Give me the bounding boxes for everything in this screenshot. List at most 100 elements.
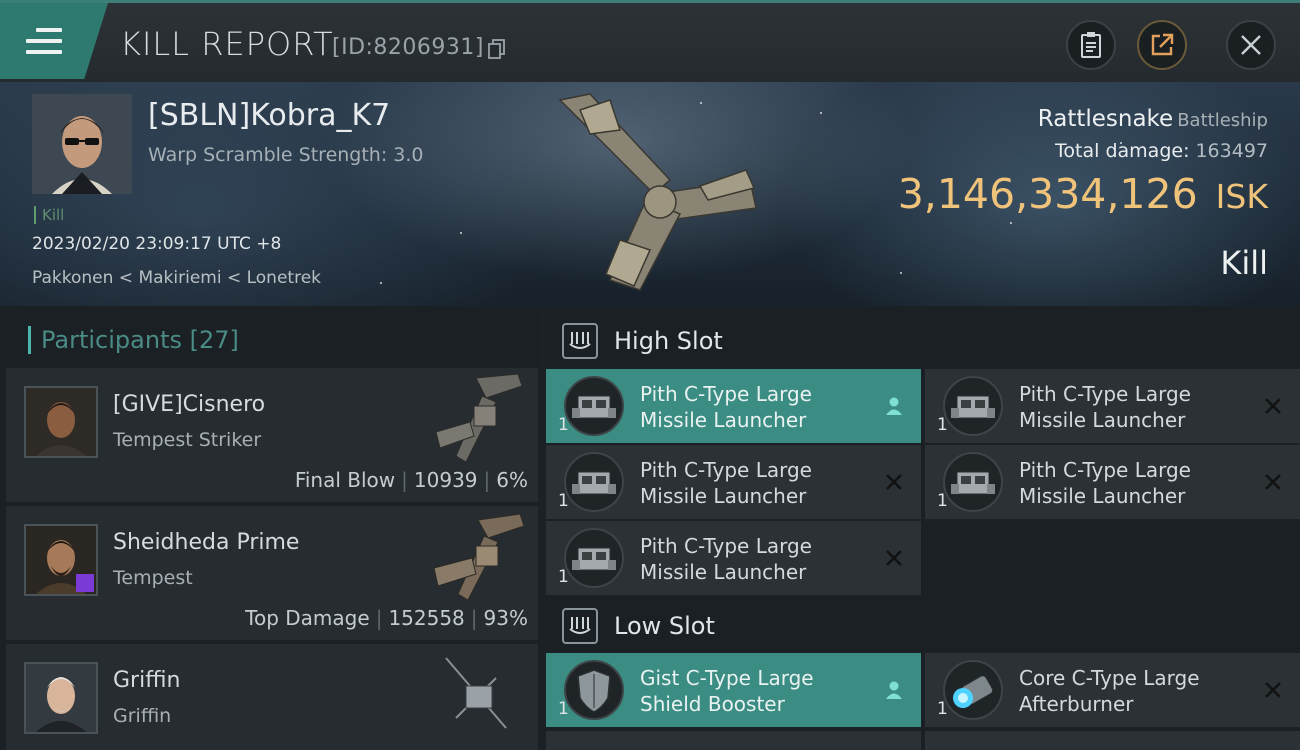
module-name: Pith C-Type Large Missile Launcher: [1019, 458, 1191, 508]
participant-damage: 10939: [413, 468, 478, 492]
close-icon: [1241, 35, 1261, 55]
participants-count: [27]: [189, 326, 239, 354]
missile-launcher-icon: [943, 376, 1003, 436]
share-button[interactable]: [1137, 20, 1187, 70]
module-quantity: 1: [558, 567, 569, 587]
dropped-person-icon: [879, 675, 909, 705]
participant-row[interactable]: Griffin Griffin: [6, 644, 538, 750]
fitting-panel: High Slot 1 Pith C-Type Large Missile Lau…: [546, 306, 1300, 750]
participant-role: Top Damage: [245, 606, 370, 630]
total-damage-label: Total damage:: [1055, 140, 1190, 162]
participants-label: Participants: [41, 326, 182, 354]
total-damage: Total damage: 163497: [1055, 140, 1268, 162]
module-name: Pith C-Type Large Missile Launcher: [1019, 382, 1191, 432]
module-name: Pith C-Type Large Missile Launcher: [640, 382, 812, 432]
participant-name: Sheidheda Prime: [113, 530, 300, 555]
module-item[interactable]: 1 Pith C-Type Large Missile Launcher: [546, 369, 921, 443]
share-icon: [1151, 33, 1174, 56]
module-item[interactable]: 1 Pith C-Type Large Missile Launcher: [925, 445, 1300, 519]
copy-icon[interactable]: [488, 39, 506, 59]
clipboard-button[interactable]: [1066, 20, 1116, 70]
participant-name: Griffin: [113, 668, 181, 693]
total-damage-value: 163497: [1195, 140, 1268, 162]
missile-launcher-icon: [564, 528, 624, 588]
victim-banner: [SBLN]Kobra_K7 Warp Scramble Strength: 3…: [0, 82, 1300, 306]
participant-ship: Tempest: [113, 567, 193, 589]
isk-loss: 3,146,334,126 ISK: [898, 170, 1268, 218]
avatar: [24, 524, 98, 596]
participant-ship-image: [445, 657, 507, 729]
low-slot-icon: [562, 608, 598, 644]
module-item[interactable]: 1 Pith C-Type Large Missile Launcher: [546, 521, 921, 595]
destroyed-x-icon: [1258, 391, 1288, 421]
page-title: KILL REPORT: [120, 25, 334, 63]
participant-percent: 93%: [483, 606, 528, 630]
participant-stats: Top Damage | 152558 | 93%: [245, 606, 528, 630]
module-name: Pith C-Type Large Missile Launcher: [640, 534, 812, 584]
dropped-person-icon: [879, 391, 909, 421]
header-bar: KILL REPORT [ID:8206931]: [0, 0, 1300, 82]
destroyed-x-icon: [879, 543, 909, 573]
menu-button[interactable]: [0, 3, 108, 79]
module-item[interactable]: [925, 731, 1300, 750]
pilot-avatar-icon: [26, 664, 96, 732]
module-quantity: 1: [558, 491, 569, 511]
participant-damage: 152558: [388, 606, 465, 630]
module-item[interactable]: 1 Core C-Type Large Afterburner: [925, 653, 1300, 727]
participants-header: Participants [27]: [28, 326, 239, 354]
module-item[interactable]: 1 Pith C-Type Large Missile Launcher: [546, 445, 921, 519]
module-item[interactable]: [546, 731, 921, 750]
destroyed-x-icon: [1258, 467, 1288, 497]
missile-launcher-icon: [564, 452, 624, 512]
victim-ship[interactable]: Rattlesnake Battleship: [1038, 106, 1268, 132]
participant-ship: Griffin: [113, 705, 172, 727]
module-item[interactable]: 1 Pith C-Type Large Missile Launcher: [925, 369, 1300, 443]
module-quantity: 1: [558, 699, 569, 719]
avatar: [24, 386, 98, 458]
kill-tag: Kill: [34, 206, 64, 224]
low-slot-header: Low Slot: [546, 595, 1300, 657]
low-slot-title: Low Slot: [614, 612, 715, 640]
participants-panel: Participants [27] [GIVE]Cisnero Tempest …: [0, 306, 540, 750]
kill-result: Kill: [1220, 244, 1268, 282]
participant-percent: 6%: [496, 468, 528, 492]
high-slot-header: High Slot: [546, 310, 1300, 372]
participant-name: [GIVE]Cisnero: [113, 392, 266, 417]
destroyed-x-icon: [879, 467, 909, 497]
module-name: Gist C-Type Large Shield Booster: [640, 666, 814, 716]
clipboard-icon: [1081, 32, 1101, 58]
participant-stats: Final Blow | 10939 | 6%: [294, 468, 528, 492]
status-badge: [76, 574, 94, 592]
participant-row[interactable]: Sheidheda Prime Tempest Top Damage | 15255…: [6, 506, 538, 640]
menu-icon: [26, 28, 62, 54]
module-quantity: 1: [558, 415, 569, 435]
victim-name[interactable]: [SBLN]Kobra_K7: [148, 98, 390, 133]
module-item[interactable]: 1 Gist C-Type Large Shield Booster: [546, 653, 921, 727]
shield-booster-icon: [564, 660, 624, 720]
participant-ship: Tempest Striker: [113, 429, 262, 451]
report-id: [ID:8206931]: [332, 35, 484, 60]
pilot-avatar-icon: [26, 388, 96, 456]
participant-row[interactable]: [GIVE]Cisnero Tempest Striker Final Blow…: [6, 368, 538, 502]
missile-launcher-icon: [564, 376, 624, 436]
isk-unit: ISK: [1215, 177, 1268, 216]
victim-portrait[interactable]: [32, 94, 132, 194]
warp-scramble-strength: Warp Scramble Strength: 3.0: [148, 144, 424, 166]
close-button[interactable]: [1226, 20, 1276, 70]
participant-ship-image: [435, 373, 523, 463]
kill-timestamp: 2023/02/20 23:09:17 UTC +8: [32, 234, 282, 254]
victim-ship-class: Battleship: [1177, 110, 1268, 131]
participant-ship-image: [433, 513, 525, 601]
afterburner-icon: [943, 660, 1003, 720]
module-name: Core C-Type Large Afterburner: [1019, 666, 1200, 716]
missile-launcher-icon: [943, 452, 1003, 512]
module-name: Pith C-Type Large Missile Launcher: [640, 458, 812, 508]
participant-role: Final Blow: [294, 468, 396, 492]
high-slot-title: High Slot: [614, 327, 723, 355]
kill-location[interactable]: Pakkonen < Makiriemi < Lonetrek: [32, 268, 321, 288]
high-slot-icon: [562, 323, 598, 359]
victim-ship-image: [558, 93, 757, 291]
module-quantity: 1: [937, 699, 948, 719]
avatar: [24, 662, 98, 734]
pilot-avatar-icon: [32, 94, 132, 194]
